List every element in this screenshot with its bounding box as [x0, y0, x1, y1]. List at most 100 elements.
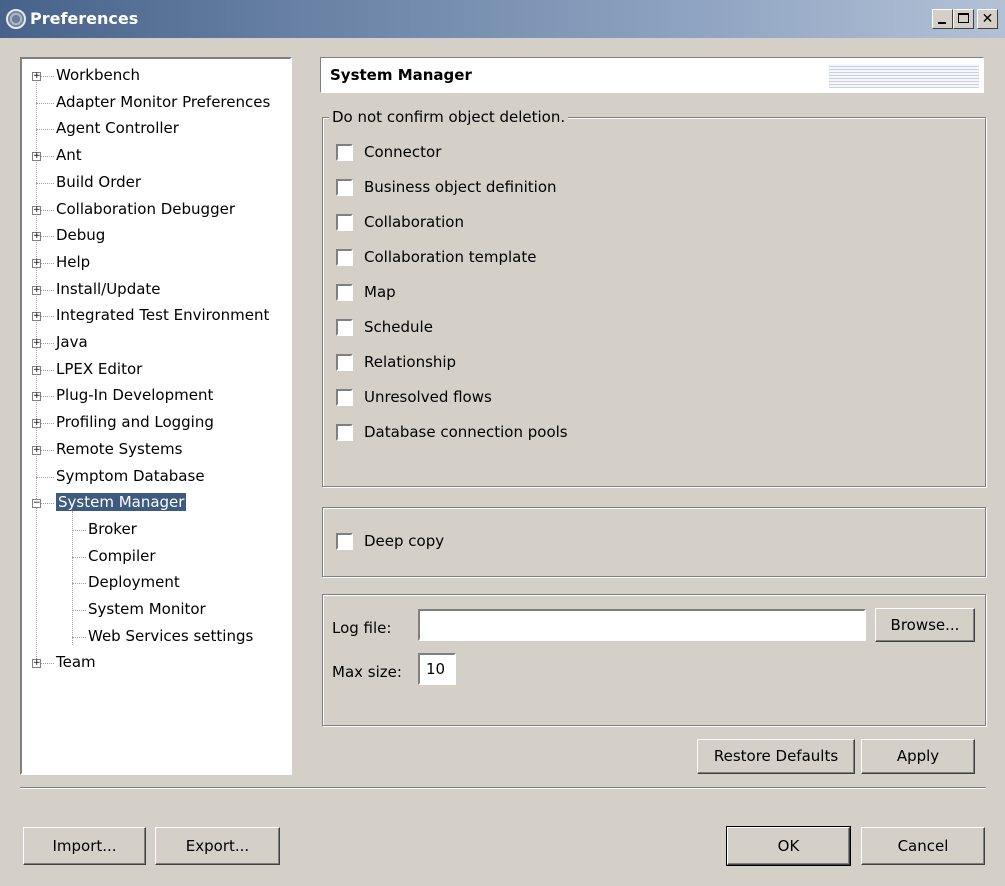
tree-item-label: Workbench — [56, 66, 140, 84]
tree-connector — [72, 556, 86, 558]
expand-icon[interactable]: + — [32, 339, 41, 348]
tree-item-label: Collaboration Debugger — [56, 199, 235, 218]
deletion-option-label: Database connection pools — [364, 423, 568, 441]
collapse-icon[interactable]: − — [32, 499, 41, 509]
expand-icon[interactable]: + — [32, 285, 41, 295]
tree-item[interactable]: System Manager — [56, 490, 187, 514]
tree-item[interactable]: Agent Controller — [56, 116, 179, 140]
deletion-option-checkbox[interactable] — [336, 144, 353, 161]
page-header: System Manager — [320, 57, 984, 93]
cancel-button[interactable]: Cancel — [861, 827, 985, 865]
expand-icon[interactable]: + — [32, 312, 41, 322]
max-size-input[interactable]: 10 — [418, 653, 456, 685]
tree-item[interactable]: LPEX Editor — [56, 357, 142, 381]
tree-item[interactable]: Integrated Test Environment — [56, 303, 269, 327]
tree-item-label: Team — [56, 653, 96, 672]
tree-item[interactable]: Profiling and Logging — [56, 410, 214, 434]
expand-icon[interactable]: + — [32, 232, 41, 242]
tree-item-label: Remote Systems — [56, 439, 183, 458]
deletion-option-checkbox[interactable] — [336, 214, 353, 231]
export-button[interactable]: Export... — [155, 827, 280, 865]
tree-item-label: Symptom Database — [56, 466, 205, 485]
tree-child-line — [72, 511, 73, 645]
expand-icon[interactable]: + — [32, 205, 41, 215]
tree-item[interactable]: Java — [56, 330, 88, 354]
tree-item[interactable]: Compiler — [88, 544, 156, 568]
tree-item[interactable]: Symptom Database — [56, 464, 205, 488]
deletion-option-checkbox[interactable] — [336, 249, 353, 266]
tree-item[interactable]: Workbench — [56, 63, 140, 87]
import-button[interactable]: Import... — [23, 827, 146, 865]
log-file-input[interactable] — [418, 609, 866, 641]
expand-icon[interactable]: + — [32, 419, 41, 429]
deep-copy-group: Deep copy — [322, 507, 986, 577]
tree-item[interactable]: Remote Systems — [56, 437, 182, 461]
expand-icon[interactable]: + — [32, 152, 41, 162]
tree-item-label: Java — [56, 333, 88, 351]
deletion-option-checkbox[interactable] — [336, 424, 353, 441]
deletion-option-checkbox[interactable] — [336, 284, 353, 301]
minimize-icon — [938, 22, 946, 24]
header-decoration — [829, 64, 979, 88]
deletion-option-checkbox[interactable] — [336, 319, 353, 336]
tree-item-label: Debug — [56, 226, 106, 245]
restore-defaults-button[interactable]: Restore Defaults — [697, 739, 855, 774]
tree-item[interactable]: Deployment — [88, 570, 180, 594]
deep-copy-checkbox[interactable] — [336, 533, 353, 550]
page-title: System Manager — [330, 66, 472, 84]
title-bar[interactable]: Preferences ✕ — [0, 0, 1005, 38]
tree-item[interactable]: Install/Update — [56, 277, 161, 301]
log-file-label: Log file: — [332, 619, 392, 637]
tree-connector — [36, 129, 54, 131]
maximize-button[interactable] — [953, 9, 974, 29]
tree-item[interactable]: Collaboration Debugger — [56, 197, 235, 221]
ok-button[interactable]: OK — [726, 826, 851, 866]
tree-item[interactable]: Team — [56, 650, 96, 674]
expand-icon[interactable]: + — [32, 258, 41, 268]
tree-item-label: Profiling and Logging — [56, 413, 214, 432]
tree-item[interactable]: Build Order — [56, 170, 141, 194]
tree-connector — [72, 583, 86, 585]
deletion-option-label: Collaboration template — [364, 248, 537, 266]
tree-item-label: Web Services settings — [88, 626, 254, 645]
browse-button[interactable]: Browse... — [875, 608, 975, 642]
close-icon: ✕ — [981, 11, 994, 27]
tree-item-label: Adapter Monitor Preferences — [56, 92, 271, 111]
deep-copy-label: Deep copy — [364, 532, 445, 550]
expand-icon[interactable]: + — [32, 659, 41, 669]
deletion-option-checkbox[interactable] — [336, 389, 353, 406]
tree-item-label: Ant — [56, 146, 82, 165]
tree-item-label: System Monitor — [88, 600, 206, 618]
close-button[interactable]: ✕ — [977, 9, 998, 29]
footer-separator — [20, 787, 986, 789]
tree-item-label: Install/Update — [56, 279, 161, 298]
apply-button[interactable]: Apply — [861, 739, 975, 774]
deletion-option-label: Collaboration — [364, 213, 464, 231]
tree-item[interactable]: Ant — [56, 143, 82, 167]
preferences-tree[interactable]: + Workbench Adapter Monitor Preferences Age… — [20, 57, 292, 775]
tree-item[interactable]: Help — [56, 250, 90, 274]
deletion-option-label: Schedule — [364, 318, 433, 336]
expand-icon[interactable]: + — [32, 445, 41, 455]
tree-item[interactable]: Plug-In Development — [56, 383, 213, 407]
tree-connector — [36, 476, 54, 478]
tree-item[interactable]: Web Services settings — [88, 624, 253, 648]
expand-icon[interactable]: + — [32, 392, 41, 402]
deletion-option-label: Map — [364, 283, 396, 301]
tree-item[interactable]: Adapter Monitor Preferences — [56, 90, 270, 114]
tree-item-label: Broker — [88, 519, 137, 538]
expand-icon[interactable]: + — [32, 365, 41, 375]
tree-item-label: Build Order — [56, 172, 142, 191]
tree-item-label: Agent Controller — [56, 119, 179, 138]
expand-icon[interactable]: + — [32, 72, 41, 81]
deletion-option-checkbox[interactable] — [336, 354, 353, 371]
minimize-button[interactable] — [932, 9, 953, 29]
deletion-option-label: Business object definition — [364, 178, 557, 196]
tree-item-label: Compiler — [88, 546, 156, 565]
tree-item[interactable]: Broker — [88, 517, 137, 541]
tree-item[interactable]: System Monitor — [88, 597, 206, 621]
maximize-icon — [958, 13, 969, 23]
deletion-option-checkbox[interactable] — [336, 179, 353, 196]
tree-item[interactable]: Debug — [56, 223, 105, 247]
tree-item-label: Integrated Test Environment — [56, 306, 270, 325]
